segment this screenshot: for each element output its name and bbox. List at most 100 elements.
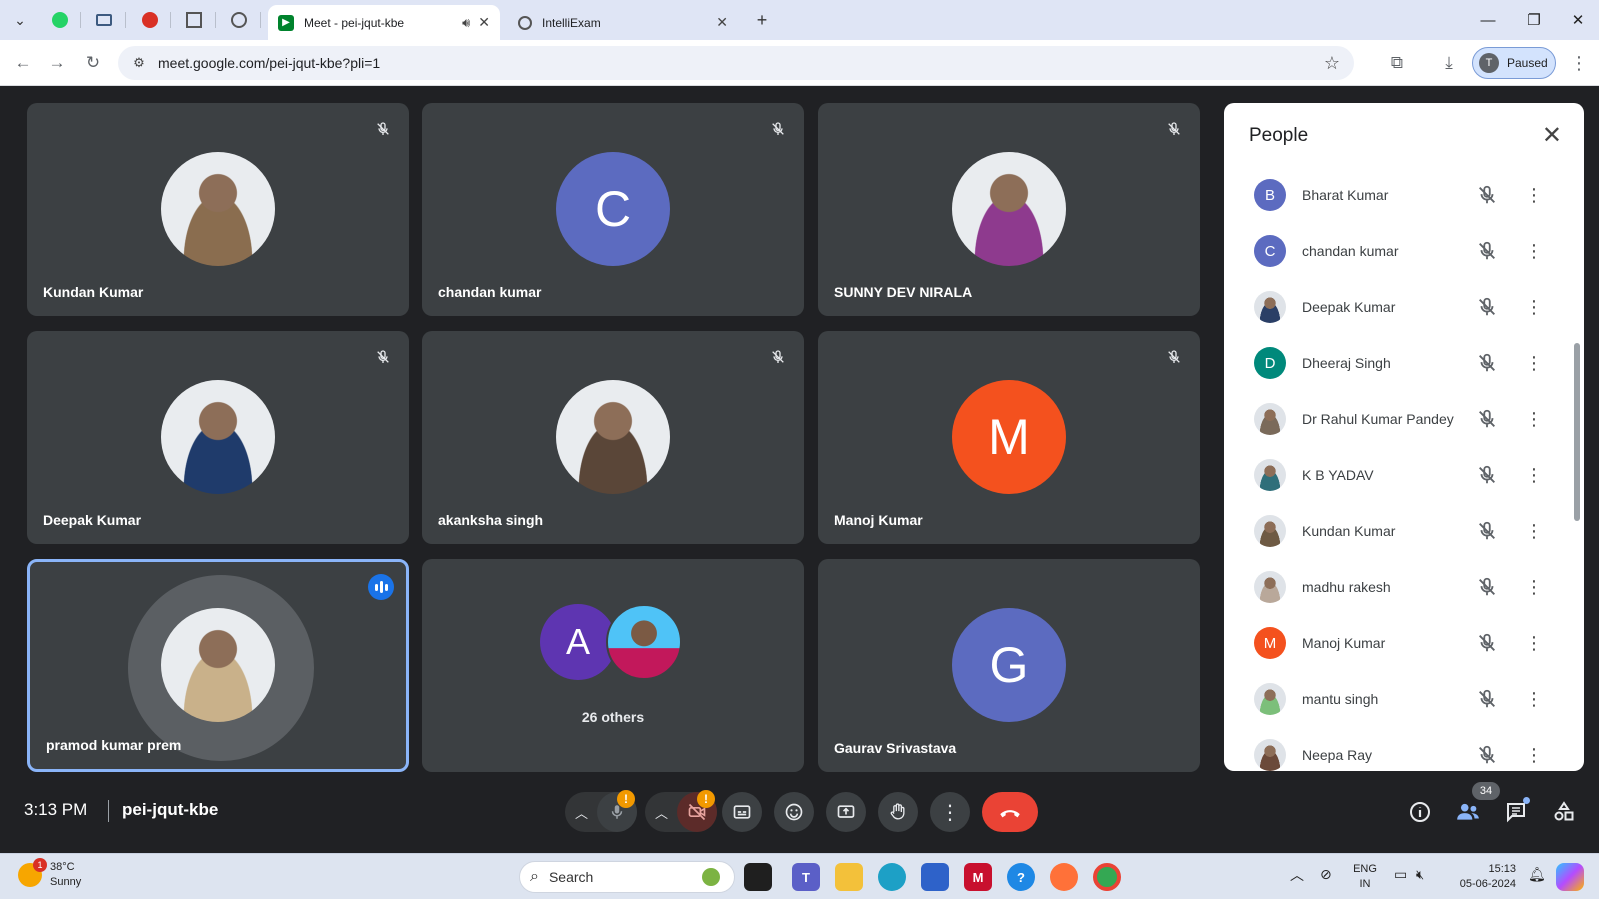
pinned-tab-pdf-icon[interactable] bbox=[136, 6, 164, 34]
more-options-icon[interactable]: ⋮ bbox=[1524, 634, 1544, 652]
edge-browser-icon[interactable] bbox=[878, 863, 906, 891]
chat-button[interactable] bbox=[1500, 796, 1532, 828]
participant-tile[interactable]: Deepak Kumar bbox=[27, 331, 409, 544]
profile-paused-button[interactable]: T Paused bbox=[1472, 47, 1556, 79]
firefox-icon[interactable] bbox=[1050, 863, 1078, 891]
participant-row[interactable]: Neepa Ray ⋮ bbox=[1224, 727, 1584, 771]
muted-mic-icon[interactable] bbox=[1476, 688, 1498, 710]
participant-tile[interactable]: A 26 others bbox=[422, 559, 804, 772]
clock[interactable]: 15:13 05-06-2024 bbox=[1448, 862, 1516, 892]
activities-button[interactable] bbox=[1548, 796, 1580, 828]
participant-tile[interactable]: M Manoj Kumar bbox=[818, 331, 1200, 544]
close-window-icon[interactable]: ✕ bbox=[1556, 8, 1599, 32]
help-icon[interactable]: ? bbox=[1007, 863, 1035, 891]
download-icon[interactable]: ⤓ bbox=[1436, 50, 1462, 76]
captions-button[interactable] bbox=[722, 792, 762, 832]
participant-tile[interactable]: akanksha singh bbox=[422, 331, 804, 544]
more-options-icon[interactable]: ⋮ bbox=[1524, 186, 1544, 204]
close-tab-icon[interactable]: ✕ bbox=[478, 14, 490, 31]
close-panel-icon[interactable]: ✕ bbox=[1542, 121, 1562, 150]
more-options-icon[interactable]: ⋮ bbox=[1524, 522, 1544, 540]
muted-mic-icon[interactable] bbox=[1476, 408, 1498, 430]
tab-search-chevron-icon[interactable]: ⌄ bbox=[6, 6, 34, 34]
more-options-icon[interactable]: ⋮ bbox=[1524, 578, 1544, 596]
file-explorer-icon[interactable] bbox=[835, 863, 863, 891]
close-tab-icon[interactable]: ✕ bbox=[716, 14, 728, 31]
audio-options-chevron-icon[interactable]: ︿ bbox=[575, 803, 588, 822]
tab-intelliexam[interactable]: IntelliExam ✕ bbox=[508, 5, 738, 40]
people-button[interactable] bbox=[1452, 796, 1484, 828]
participant-tile[interactable]: Kundan Kumar bbox=[27, 103, 409, 316]
more-options-icon[interactable]: ⋮ bbox=[1524, 242, 1544, 260]
taskbar-search-box[interactable]: ⌕ Search bbox=[519, 861, 735, 893]
address-bar[interactable]: ⚙︎ meet.google.com/pei-jqut-kbe?pli=1 ☆ bbox=[118, 46, 1354, 80]
microsoft-store-icon[interactable] bbox=[921, 863, 949, 891]
pinned-tab-chart-icon[interactable] bbox=[180, 6, 208, 34]
more-options-icon[interactable]: ⋮ bbox=[1524, 354, 1544, 372]
network-offline-icon[interactable]: ⊘ bbox=[1320, 867, 1332, 882]
browser-menu-icon[interactable]: ⋮ bbox=[1566, 50, 1592, 76]
teams-icon[interactable]: T bbox=[792, 863, 820, 891]
windows-start-icon[interactable] bbox=[476, 863, 504, 891]
language-indicator[interactable]: ENG IN bbox=[1350, 862, 1380, 892]
muted-mic-icon[interactable] bbox=[1476, 744, 1498, 766]
reload-icon[interactable]: ↻ bbox=[80, 50, 106, 76]
more-options-icon[interactable]: ⋮ bbox=[1524, 746, 1544, 764]
url-text[interactable]: meet.google.com/pei-jqut-kbe?pli=1 bbox=[158, 55, 380, 71]
copilot-icon[interactable] bbox=[1556, 863, 1584, 891]
video-options-chevron-icon[interactable]: ︿ bbox=[655, 803, 668, 822]
participant-tile[interactable]: SUNNY DEV NIRALA bbox=[818, 103, 1200, 316]
participant-row[interactable]: M Manoj Kumar ⋮ bbox=[1224, 615, 1584, 671]
muted-mic-icon[interactable] bbox=[1476, 632, 1498, 654]
more-options-icon[interactable]: ⋮ bbox=[1524, 410, 1544, 428]
site-settings-icon[interactable]: ⚙︎ bbox=[124, 55, 154, 71]
forward-arrow-icon[interactable]: → bbox=[44, 50, 70, 76]
more-options-icon[interactable]: ⋮ bbox=[1524, 690, 1544, 708]
more-options-button[interactable]: ⋮ bbox=[930, 792, 970, 832]
task-view-icon[interactable] bbox=[744, 863, 772, 891]
speaker-icon[interactable]: 🔊︎ bbox=[462, 15, 470, 31]
muted-mic-icon[interactable] bbox=[1476, 464, 1498, 486]
back-arrow-icon[interactable]: ← bbox=[10, 50, 36, 76]
muted-mic-icon[interactable] bbox=[1476, 296, 1498, 318]
show-hidden-icons-chevron[interactable]: ︿ bbox=[1290, 868, 1304, 883]
participant-row[interactable]: Deepak Kumar ⋮ bbox=[1224, 279, 1584, 335]
participant-row[interactable]: B Bharat Kumar ⋮ bbox=[1224, 167, 1584, 223]
pinned-tab-globe-icon[interactable] bbox=[225, 6, 253, 34]
chrome-icon[interactable] bbox=[1093, 863, 1121, 891]
restore-window-icon[interactable]: ❐ bbox=[1512, 8, 1556, 32]
participant-row[interactable]: mantu singh ⋮ bbox=[1224, 671, 1584, 727]
participant-tile[interactable]: G Gaurav Srivastava bbox=[818, 559, 1200, 772]
muted-mic-icon[interactable] bbox=[1476, 520, 1498, 542]
participant-tile[interactable]: pramod kumar prem bbox=[27, 559, 409, 772]
participant-row[interactable]: Kundan Kumar ⋮ bbox=[1224, 503, 1584, 559]
participant-row[interactable]: Cchandan kumar ⋮ bbox=[1224, 223, 1584, 279]
participant-list-scrollbar[interactable] bbox=[1574, 343, 1580, 521]
pinned-tab-whatsapp-icon[interactable] bbox=[46, 6, 74, 34]
leave-call-button[interactable] bbox=[982, 792, 1038, 832]
raise-hand-button[interactable] bbox=[878, 792, 918, 832]
participant-tile[interactable]: Cchandan kumar bbox=[422, 103, 804, 316]
muted-mic-icon[interactable] bbox=[1476, 240, 1498, 262]
weather-widget[interactable]: 1 38°C Sunny bbox=[18, 858, 81, 890]
participant-row[interactable]: madhu rakesh ⋮ bbox=[1224, 559, 1584, 615]
mcafee-icon[interactable]: M bbox=[964, 863, 992, 891]
bookmark-star-icon[interactable]: ☆ bbox=[1324, 53, 1340, 74]
reactions-button[interactable] bbox=[774, 792, 814, 832]
participant-row[interactable]: D Dheeraj Singh ⋮ bbox=[1224, 335, 1584, 391]
muted-mic-icon[interactable] bbox=[1476, 576, 1498, 598]
new-tab-plus-icon[interactable]: + bbox=[748, 6, 776, 34]
more-options-icon[interactable]: ⋮ bbox=[1524, 298, 1544, 316]
more-options-icon[interactable]: ⋮ bbox=[1524, 466, 1544, 484]
meeting-details-button[interactable] bbox=[1404, 796, 1436, 828]
present-screen-button[interactable] bbox=[826, 792, 866, 832]
extensions-icon[interactable]: ⧉ bbox=[1384, 50, 1410, 76]
participant-row[interactable]: Dr Rahul Kumar Pandey ⋮ bbox=[1224, 391, 1584, 447]
display-icon[interactable]: ▭ bbox=[1394, 867, 1407, 882]
muted-mic-icon[interactable] bbox=[1476, 352, 1498, 374]
participant-row[interactable]: K B YADAV ⋮ bbox=[1224, 447, 1584, 503]
minimize-window-icon[interactable]: — bbox=[1466, 8, 1510, 32]
volume-muted-icon[interactable]: 🔇︎ bbox=[1416, 867, 1424, 882]
notification-bell-icon[interactable]: 🔔︎ bbox=[1528, 867, 1546, 882]
pinned-tab-mail-icon[interactable] bbox=[90, 6, 118, 34]
